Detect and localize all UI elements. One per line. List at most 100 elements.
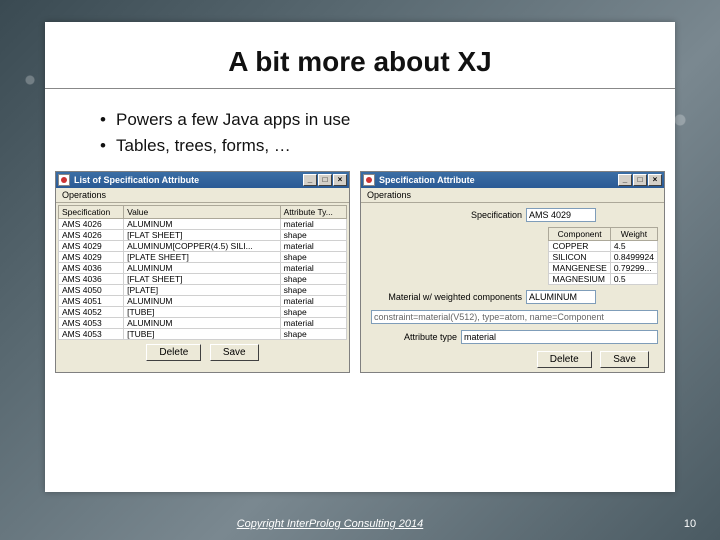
cell[interactable]: material	[280, 318, 346, 329]
cell[interactable]: [TUBE]	[124, 307, 280, 318]
cell[interactable]: shape	[280, 285, 346, 296]
cell[interactable]: AMS 4036	[59, 274, 124, 285]
spec-label: Specification	[367, 210, 522, 220]
cell[interactable]: AMS 4026	[59, 219, 124, 230]
table-row[interactable]: AMS 4036ALUMINUMmaterial	[59, 263, 347, 274]
copyright: Copyright InterProlog Consulting 2014	[0, 518, 660, 530]
cell[interactable]: shape	[280, 329, 346, 340]
material-label: Material w/ weighted components	[367, 292, 522, 302]
col-component[interactable]: Component	[549, 228, 610, 241]
maximize-button[interactable]: □	[318, 174, 332, 186]
cell[interactable]: [PLATE SHEET]	[124, 252, 280, 263]
cell[interactable]: [FLAT SHEET]	[124, 274, 280, 285]
cell[interactable]: ALUMINUM	[124, 296, 280, 307]
cell[interactable]: SILICON	[549, 252, 610, 263]
window-title: List of Specification Attribute	[74, 175, 299, 185]
cell[interactable]: ALUMINUM	[124, 318, 280, 329]
table-row[interactable]: AMS 4029ALUMINUM[COPPER(4.5) SILI...mate…	[59, 241, 347, 252]
cell[interactable]: COPPER	[549, 241, 610, 252]
cell[interactable]: AMS 4026	[59, 230, 124, 241]
cell[interactable]: [FLAT SHEET]	[124, 230, 280, 241]
app-icon	[58, 174, 70, 186]
cell[interactable]: AMS 4036	[59, 263, 124, 274]
table-row[interactable]: AMS 4050[PLATE]shape	[59, 285, 347, 296]
cell[interactable]: [PLATE]	[124, 285, 280, 296]
close-button[interactable]: ×	[333, 174, 347, 186]
table-row[interactable]: AMS 4053[TUBE]shape	[59, 329, 347, 340]
table-row[interactable]: AMS 4036[FLAT SHEET]shape	[59, 274, 347, 285]
slide-card: A bit more about XJ Powers a few Java ap…	[45, 22, 675, 492]
window-spec-detail: Specification Attribute _ □ × Operations…	[360, 171, 665, 373]
minimize-button[interactable]: _	[303, 174, 317, 186]
table-row[interactable]: MAGNESIUM0.5	[549, 274, 658, 285]
cell[interactable]: AMS 4052	[59, 307, 124, 318]
cell[interactable]: material	[280, 263, 346, 274]
minimize-button[interactable]: _	[618, 174, 632, 186]
cell[interactable]: shape	[280, 252, 346, 263]
delete-button[interactable]: Delete	[537, 351, 592, 368]
window-spec-list: List of Specification Attribute _ □ × Op…	[55, 171, 350, 373]
cell[interactable]: shape	[280, 230, 346, 241]
cell[interactable]: AMS 4029	[59, 252, 124, 263]
cell[interactable]: 0.8499924	[610, 252, 657, 263]
material-field[interactable]: ALUMINUM	[526, 290, 596, 304]
cell[interactable]: 0.5	[610, 274, 657, 285]
table-row[interactable]: MANGENESE0.79299...	[549, 263, 658, 274]
save-button[interactable]: Save	[210, 344, 259, 361]
cell[interactable]: MANGENESE	[549, 263, 610, 274]
cell[interactable]: shape	[280, 307, 346, 318]
spec-field[interactable]: AMS 4029	[526, 208, 596, 222]
col-value[interactable]: Value	[124, 206, 280, 219]
app-icon	[363, 174, 375, 186]
page-number: 10	[660, 518, 720, 530]
constraint-field[interactable]: constraint=material(V512), type=atom, na…	[371, 310, 658, 324]
cell[interactable]: [TUBE]	[124, 329, 280, 340]
cell[interactable]: ALUMINUM[COPPER(4.5) SILI...	[124, 241, 280, 252]
save-button[interactable]: Save	[600, 351, 649, 368]
cell[interactable]: ALUMINUM	[124, 219, 280, 230]
titlebar[interactable]: List of Specification Attribute _ □ ×	[56, 172, 349, 188]
cell[interactable]: material	[280, 296, 346, 307]
cell[interactable]: material	[280, 241, 346, 252]
bullet-item: Tables, trees, forms, …	[100, 133, 635, 159]
spec-table[interactable]: Specification Value Attribute Ty... AMS …	[58, 205, 347, 340]
menu-operations[interactable]: Operations	[60, 190, 108, 200]
delete-button[interactable]: Delete	[146, 344, 201, 361]
slide-title: A bit more about XJ	[45, 22, 675, 88]
table-row[interactable]: SILICON0.8499924	[549, 252, 658, 263]
cell[interactable]: ALUMINUM	[124, 263, 280, 274]
cell[interactable]: 4.5	[610, 241, 657, 252]
cell[interactable]: AMS 4029	[59, 241, 124, 252]
close-button[interactable]: ×	[648, 174, 662, 186]
cell[interactable]: AMS 4050	[59, 285, 124, 296]
table-row[interactable]: AMS 4053ALUMINUMmaterial	[59, 318, 347, 329]
titlebar[interactable]: Specification Attribute _ □ ×	[361, 172, 664, 188]
col-weight[interactable]: Weight	[610, 228, 657, 241]
table-row[interactable]: AMS 4052[TUBE]shape	[59, 307, 347, 318]
cell[interactable]: material	[280, 219, 346, 230]
maximize-button[interactable]: □	[633, 174, 647, 186]
components-table[interactable]: Component Weight COPPER4.5SILICON0.84999…	[548, 227, 658, 285]
table-row[interactable]: COPPER4.5	[549, 241, 658, 252]
menu-operations[interactable]: Operations	[365, 190, 413, 200]
cell[interactable]: 0.79299...	[610, 263, 657, 274]
menubar: Operations	[56, 188, 349, 203]
table-row[interactable]: AMS 4029[PLATE SHEET]shape	[59, 252, 347, 263]
table-row[interactable]: AMS 4051ALUMINUMmaterial	[59, 296, 347, 307]
attrtype-field[interactable]: material	[461, 330, 658, 344]
window-title: Specification Attribute	[379, 175, 614, 185]
cell[interactable]: AMS 4053	[59, 318, 124, 329]
col-spec[interactable]: Specification	[59, 206, 124, 219]
menubar: Operations	[361, 188, 664, 203]
bullet-item: Powers a few Java apps in use	[100, 107, 635, 133]
cell[interactable]: MAGNESIUM	[549, 274, 610, 285]
col-attrtype[interactable]: Attribute Ty...	[280, 206, 346, 219]
bullet-list: Powers a few Java apps in use Tables, tr…	[45, 107, 675, 159]
cell[interactable]: shape	[280, 274, 346, 285]
cell[interactable]: AMS 4051	[59, 296, 124, 307]
table-row[interactable]: AMS 4026ALUMINUMmaterial	[59, 219, 347, 230]
footer: Copyright InterProlog Consulting 2014 10	[0, 514, 720, 534]
cell[interactable]: AMS 4053	[59, 329, 124, 340]
attrtype-label: Attribute type	[367, 332, 457, 342]
table-row[interactable]: AMS 4026[FLAT SHEET]shape	[59, 230, 347, 241]
